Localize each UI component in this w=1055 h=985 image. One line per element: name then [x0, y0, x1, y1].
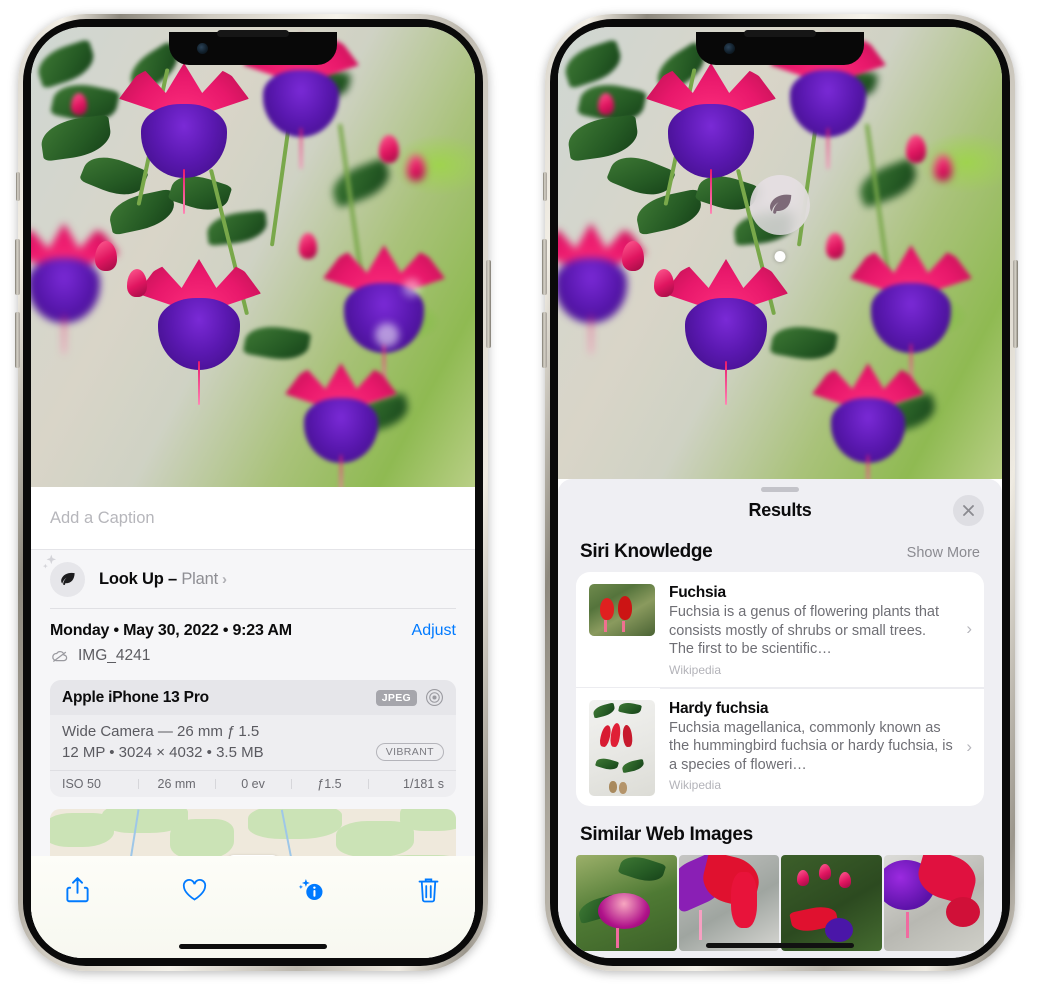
right-screen: Results Siri Knowledge Show More Fuchsia… — [558, 27, 1002, 958]
adjust-button[interactable]: Adjust — [412, 622, 456, 640]
similar-web-images-grid[interactable] — [558, 854, 1002, 951]
info-sparkle-icon — [298, 879, 323, 901]
exif-stat: ƒ1.5 — [291, 777, 367, 791]
result-source: Wikipedia — [669, 662, 722, 677]
photo-details-sheet: Add a Caption Look Up – Plant › Monday •… — [31, 487, 475, 958]
cloud-slash-icon — [52, 651, 68, 663]
photo-viewer[interactable] — [558, 27, 1002, 479]
favorite-button[interactable] — [172, 870, 216, 910]
right-phone: Results Siri Knowledge Show More Fuchsia… — [542, 14, 1018, 971]
exif-stat: ISO 50 — [62, 777, 101, 791]
exif-stat: 26 mm — [138, 777, 214, 791]
left-screen: Add a Caption Look Up – Plant › Monday •… — [31, 27, 475, 958]
chevron-right-icon: › — [221, 570, 227, 588]
results-sheet: Results Siri Knowledge Show More Fuchsia… — [558, 479, 1002, 958]
exif-stat: 1/181 s — [367, 777, 444, 791]
home-indicator[interactable] — [706, 943, 854, 948]
share-button[interactable] — [55, 870, 99, 910]
similar-web-images-header: Similar Web Images — [558, 806, 1002, 855]
web-image-thumbnail[interactable] — [781, 854, 882, 951]
photo-date: Monday • May 30, 2022 • 9:23 AM — [50, 622, 292, 639]
result-title: Fuchsia — [669, 584, 726, 601]
caption-input[interactable]: Add a Caption — [31, 487, 475, 549]
heart-icon — [182, 879, 206, 901]
leaf-icon — [42, 554, 85, 597]
close-button[interactable] — [953, 495, 984, 526]
volume-down-button[interactable] — [15, 312, 20, 368]
result-source: Wikipedia — [669, 778, 722, 793]
silent-switch[interactable] — [16, 172, 20, 201]
look-up-dash: – — [163, 569, 182, 588]
chevron-right-icon: › — [966, 736, 972, 756]
info-button[interactable] — [290, 870, 334, 910]
leaf-icon — [770, 194, 792, 214]
volume-up-button[interactable] — [542, 239, 547, 295]
delete-button[interactable] — [407, 870, 451, 910]
look-up-subject: Plant — [181, 569, 218, 588]
similar-web-images-title: Similar Web Images — [580, 823, 753, 845]
power-button[interactable] — [1013, 260, 1018, 348]
volume-down-button[interactable] — [542, 312, 547, 368]
lens-info: Wide Camera — 26 mm ƒ 1.5 — [62, 723, 260, 740]
volume-up-button[interactable] — [15, 239, 20, 295]
chevron-right-icon: › — [966, 619, 972, 639]
home-indicator[interactable] — [179, 944, 327, 949]
web-image-thumbnail[interactable] — [576, 854, 677, 951]
look-up-section: Look Up – Plant › Monday • May 30, 2022 •… — [31, 549, 475, 905]
camera-device: Apple iPhone 13 Pro — [62, 688, 209, 706]
exif-stat: 0 ev — [214, 777, 291, 791]
result-thumbnail — [589, 584, 655, 636]
exif-card: Apple iPhone 13 Pro JPEG Wide Camera — 2… — [50, 680, 456, 797]
list-item[interactable]: Hardy fuchsia Fuchsia magellanica, commo… — [576, 686, 984, 806]
web-image-thumbnail[interactable] — [883, 854, 984, 951]
result-description: Fuchsia is a genus of flowering plants t… — [669, 604, 940, 658]
result-thumbnail — [589, 699, 655, 796]
siri-knowledge-header: Siri Knowledge Show More — [558, 541, 1002, 572]
caption-placeholder: Add a Caption — [50, 508, 155, 527]
photo-filename: IMG_4241 — [78, 647, 151, 664]
photo-toolbar — [31, 856, 475, 958]
list-item[interactable]: Fuchsia Fuchsia is a genus of flowering … — [576, 572, 984, 687]
siri-knowledge-card: Fuchsia Fuchsia is a genus of flowering … — [576, 572, 984, 806]
web-image-thumbnail[interactable] — [678, 854, 779, 951]
show-more-button[interactable]: Show More — [907, 545, 980, 561]
left-phone: Add a Caption Look Up – Plant › Monday •… — [15, 14, 491, 971]
look-up-row[interactable]: Look Up – Plant › — [31, 550, 475, 608]
result-title: Hardy fuchsia — [669, 699, 769, 717]
format-badge: JPEG — [375, 689, 417, 706]
file-size-info: 12 MP • 3024 × 4032 • 3.5 MB — [62, 743, 264, 761]
look-up-label: Look Up – Plant › — [99, 570, 227, 589]
exif-stats-row: ISO 50 26 mm 0 ev ƒ1.5 1/181 s — [50, 770, 456, 797]
share-icon — [65, 877, 89, 903]
vibrant-badge: VIBRANT — [375, 743, 444, 761]
result-description: Fuchsia magellanica, commonly known as t… — [669, 719, 953, 773]
trash-icon — [419, 878, 439, 903]
siri-knowledge-title: Siri Knowledge — [580, 541, 713, 562]
look-up-title: Look Up — [99, 569, 164, 588]
power-button[interactable] — [486, 260, 491, 348]
visual-lookup-anchor-dot — [774, 251, 786, 262]
aperture-icon — [426, 689, 443, 706]
close-icon — [963, 505, 974, 516]
silent-switch[interactable] — [543, 172, 547, 201]
results-title: Results — [748, 499, 812, 520]
photo-viewer[interactable] — [31, 27, 475, 487]
metadata-section: Monday • May 30, 2022 • 9:23 AM Adjust I… — [31, 609, 475, 666]
visual-lookup-badge[interactable] — [750, 175, 810, 235]
